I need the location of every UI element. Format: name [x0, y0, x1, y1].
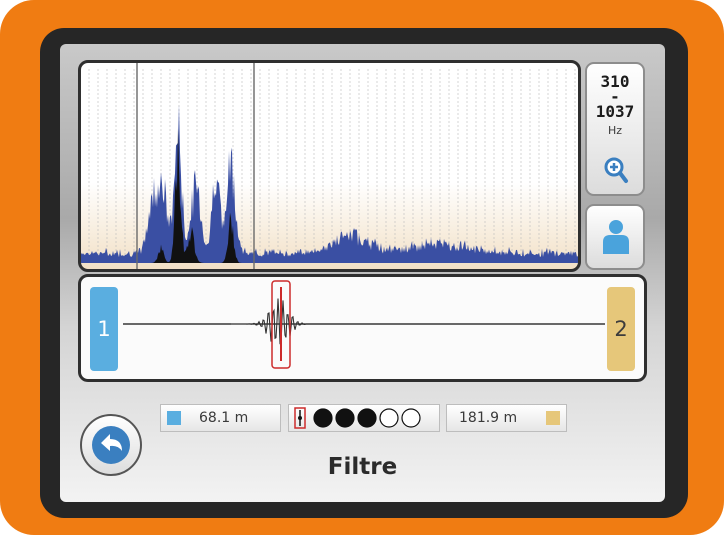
sensor-2-swatch	[546, 411, 560, 425]
correlation-panel[interactable]: 1 2	[78, 274, 647, 382]
frequency-unit: Hz	[607, 124, 623, 137]
frequency-separator: -	[611, 87, 619, 106]
distance-sensor-1-value: 68.1 m	[199, 410, 249, 426]
sensor-1-marker[interactable]: 1	[90, 287, 118, 371]
sensitivity-dot	[335, 408, 355, 428]
distance-sensor-2-value: 181.9 m	[459, 410, 518, 426]
sensitivity-dot	[357, 408, 377, 428]
frequency-spectrum[interactable]	[81, 63, 578, 269]
frequency-range-button[interactable]: 310 - 1037 Hz	[585, 62, 645, 196]
sensor-1-swatch	[167, 411, 181, 425]
sensitivity-indicator[interactable]	[288, 404, 440, 432]
distance-sensor-2: 181.9 m	[446, 404, 567, 432]
person-icon	[603, 220, 629, 254]
sensitivity-dot	[313, 408, 333, 428]
screen: 310 - 1037 Hz 1 2 68.1 m 181.9 m Filtre	[60, 44, 665, 502]
frequency-high: 1037	[595, 102, 635, 121]
person-button[interactable]	[585, 204, 645, 270]
distance-sensor-1: 68.1 m	[160, 404, 281, 432]
leak-marker-icon	[294, 407, 306, 429]
zoom-in-icon	[603, 156, 629, 190]
spectrum-panel[interactable]	[78, 60, 581, 272]
sensor-2-marker[interactable]: 2	[607, 287, 635, 371]
sensitivity-dot	[401, 408, 421, 428]
screen-title: Filtre	[327, 454, 398, 480]
sensitivity-dot	[379, 408, 399, 428]
correlation-waveform	[123, 280, 605, 369]
